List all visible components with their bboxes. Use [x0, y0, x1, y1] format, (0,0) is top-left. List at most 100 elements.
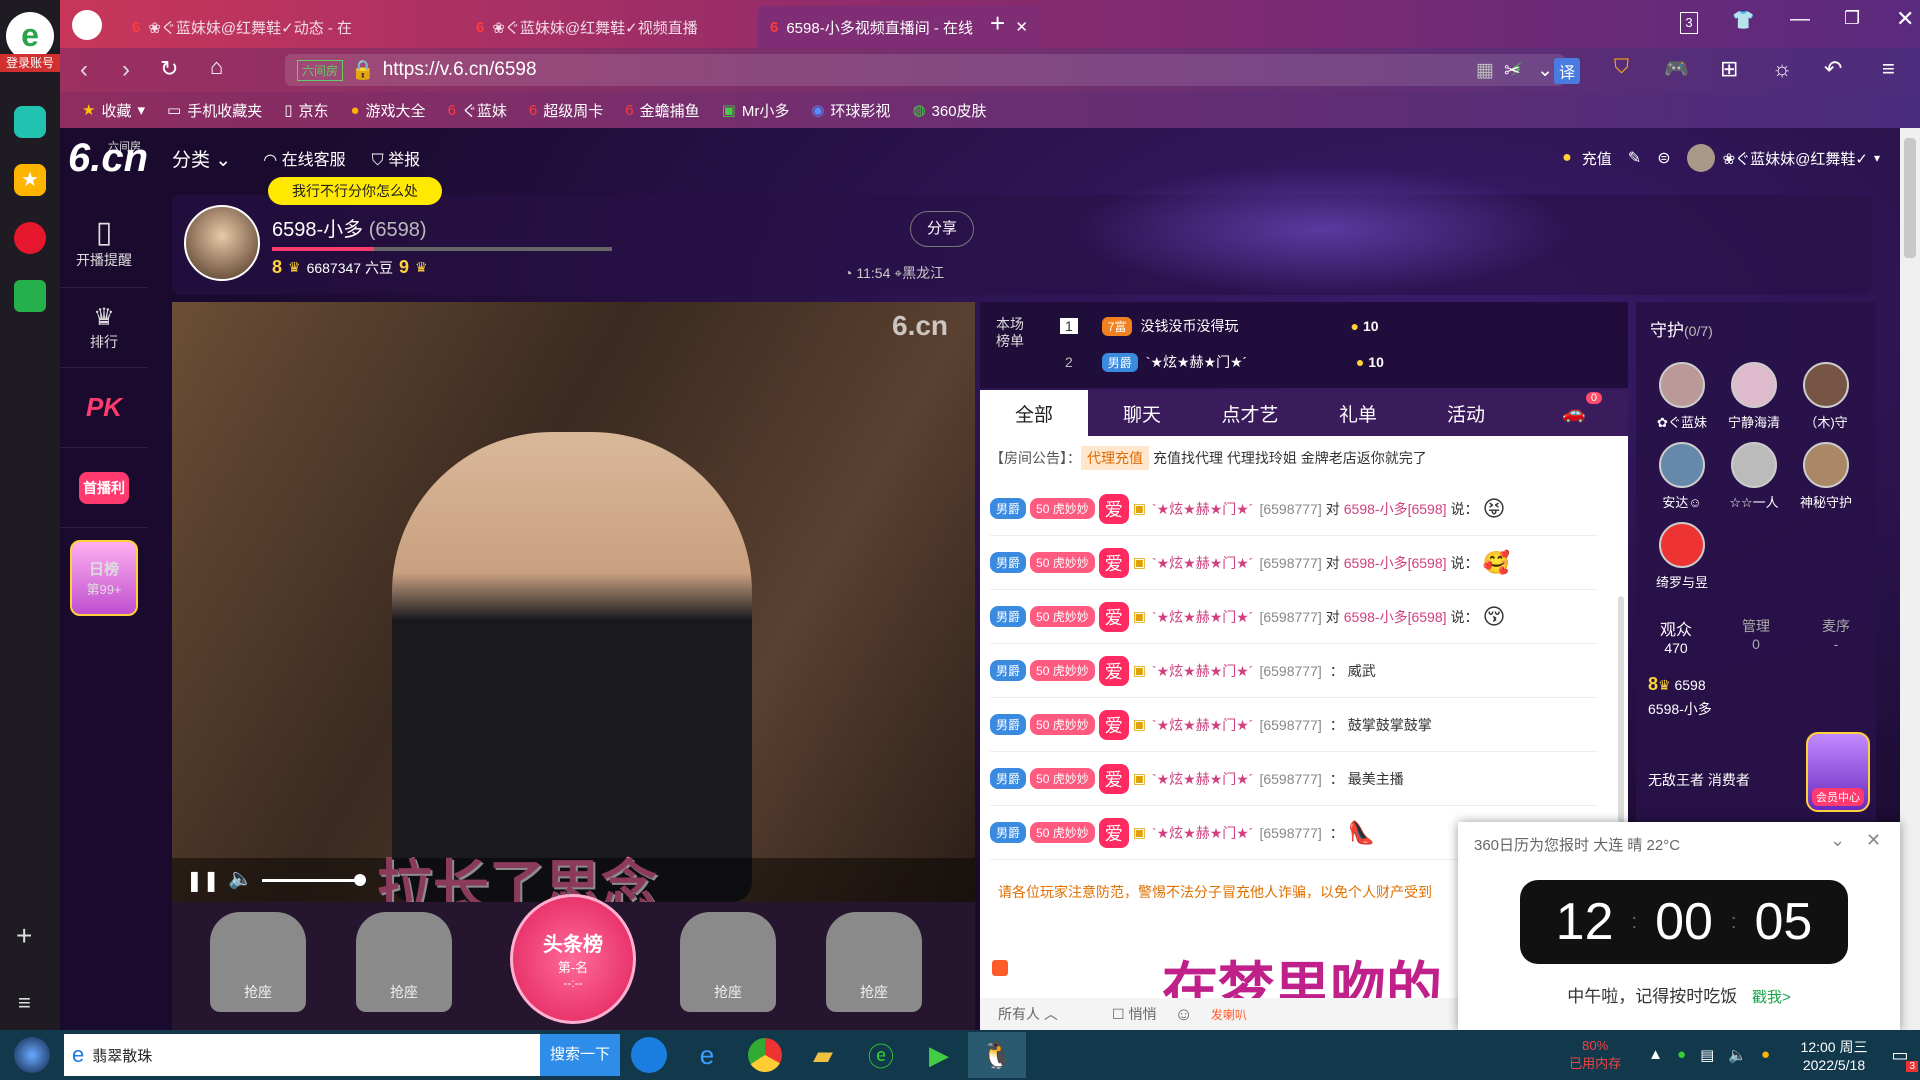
- notification-icon[interactable]: ▭ 3: [1880, 1045, 1920, 1072]
- guard-member[interactable]: ☆☆一人: [1716, 442, 1792, 511]
- recipient-select[interactable]: 所有人 ︿: [998, 1004, 1108, 1024]
- msg-user[interactable]: `★炫★赫★门★´: [1152, 553, 1254, 573]
- apps-grid-icon[interactable]: ⊞: [1720, 56, 1738, 82]
- tray-icons[interactable]: ▲ ● ▤ 🔈 ●: [1648, 1046, 1770, 1064]
- tab-back-icon[interactable]: [72, 10, 102, 40]
- live-reminder-button[interactable]: ▯ 开播提醒: [60, 198, 148, 288]
- bookmark-item[interactable]: 6 金蟾捕鱼: [625, 100, 699, 121]
- daily-rank-button[interactable]: 日榜 第99+: [60, 528, 148, 628]
- tab-chat[interactable]: 聊天: [1088, 390, 1196, 436]
- user-avatar[interactable]: [1686, 144, 1715, 172]
- folder-icon[interactable]: ▰: [794, 1032, 852, 1078]
- home-icon[interactable]: ⌂: [210, 54, 223, 80]
- collapse-icon[interactable]: ⌄: [1830, 830, 1845, 851]
- guard-member[interactable]: （木)守: [1788, 362, 1864, 431]
- shield-icon[interactable]: ⛉: [1614, 56, 1629, 79]
- tab-talent[interactable]: 点才艺: [1196, 390, 1304, 436]
- msg-user[interactable]: `★炫★赫★门★´: [1152, 715, 1254, 735]
- chat-message[interactable]: 男爵 50 虎妙妙爱 ▣ `★炫★赫★门★´ [6598777] ：鼓掌鼓掌鼓掌: [990, 698, 1598, 752]
- tab-car[interactable]: 🚗 0: [1520, 390, 1628, 436]
- bookmark-item[interactable]: ▭ 手机收藏夹: [167, 100, 262, 121]
- bookmark-item[interactable]: ▣ Mr小多: [722, 100, 790, 121]
- recharge-link[interactable]: 充值: [1582, 148, 1612, 169]
- seat-3[interactable]: 抢座: [680, 912, 776, 1012]
- login-label[interactable]: 登录账号: [0, 54, 60, 72]
- url-text[interactable]: https://v.6.cn/6598: [383, 59, 537, 81]
- category-menu[interactable]: 分类 ⌄: [172, 145, 231, 172]
- brightness-icon[interactable]: ☼: [1772, 56, 1792, 82]
- msg-user[interactable]: `★炫★赫★门★´: [1152, 607, 1254, 627]
- seat-1[interactable]: 抢座: [210, 912, 306, 1012]
- msg-user[interactable]: `★炫★赫★门★´: [1152, 823, 1254, 843]
- search-box[interactable]: e 翡翠散珠 搜索一下: [64, 1034, 620, 1076]
- broadcast-button[interactable]: 发喇叭: [1211, 1006, 1247, 1023]
- url-bar[interactable]: 六间房 🔒 https://v.6.cn/6598 ▦ ⚡ ⌄: [285, 54, 1565, 86]
- bookmark-favorites[interactable]: ★ 收藏 ▾: [82, 100, 145, 121]
- msg-target[interactable]: 6598-小多[6598]: [1344, 499, 1447, 519]
- headline-badge[interactable]: 头条榜 第-名 --:--: [510, 894, 636, 1024]
- sidebar-app-icon[interactable]: [14, 106, 46, 138]
- pk-button[interactable]: PK: [60, 368, 148, 448]
- kugou-icon[interactable]: [620, 1032, 678, 1078]
- system-clock[interactable]: 12:00 周三 2022/5/18: [1788, 1037, 1880, 1073]
- chat-message[interactable]: 男爵 50 虎妙妙爱 ▣ `★炫★赫★门★´ [6598777] 对 6598-小多[659…: [990, 536, 1598, 590]
- tab-count-badge[interactable]: 3: [1680, 12, 1698, 34]
- seat-4[interactable]: 抢座: [826, 912, 922, 1012]
- settings-menu-icon[interactable]: ≡: [1882, 56, 1895, 82]
- share-button[interactable]: 分享: [910, 211, 974, 247]
- msg-user[interactable]: `★炫★赫★门★´: [1152, 769, 1254, 789]
- chrome-icon[interactable]: [736, 1032, 794, 1078]
- volume-handle[interactable]: [354, 874, 366, 886]
- minimize-icon[interactable]: —: [1790, 8, 1810, 31]
- chat-message[interactable]: 男爵 50 虎妙妙爱 ▣ `★炫★赫★门★´ [6598777] 对 6598-小多[659…: [990, 590, 1598, 644]
- new-tab-button[interactable]: +: [990, 8, 1005, 39]
- restore-icon[interactable]: ❐: [1844, 8, 1860, 29]
- username[interactable]: ❀ぐ蓝妹妹@红舞鞋✓: [1723, 148, 1868, 169]
- msg-target[interactable]: 6598-小多[6598]: [1344, 607, 1447, 627]
- whisper-checkbox[interactable]: ☐ 悄悄: [1112, 1004, 1156, 1024]
- ranking-button[interactable]: ♛ 排行: [60, 288, 148, 368]
- msg-user[interactable]: `★炫★赫★门★´: [1152, 661, 1254, 681]
- gift-icon[interactable]: [992, 960, 1008, 976]
- volume-slider[interactable]: [262, 879, 360, 882]
- volume-icon[interactable]: 🔈: [228, 866, 253, 891]
- bookmark-item[interactable]: ◍ 360皮肤: [912, 100, 986, 121]
- close-icon[interactable]: ✕: [1866, 830, 1881, 851]
- favorites-icon[interactable]: ★: [14, 164, 46, 196]
- rank-row[interactable]: 1 7富 没钱没币没得玩 ● 10: [1060, 312, 1580, 340]
- message-icon[interactable]: ⊜: [1657, 148, 1670, 168]
- host-avatar[interactable]: [184, 205, 260, 281]
- tab-events[interactable]: 活动: [1412, 390, 1520, 436]
- browser-logo-icon[interactable]: e: [6, 12, 54, 60]
- bookmark-item[interactable]: 6 ぐ蓝妹: [448, 100, 507, 121]
- network-icon[interactable]: ▤: [1700, 1046, 1714, 1064]
- skin-icon[interactable]: 👕: [1732, 10, 1754, 31]
- first-broadcast-button[interactable]: 首播利: [60, 448, 148, 528]
- service-link[interactable]: ◠ 在线客服: [263, 146, 345, 170]
- page-scrollbar[interactable]: [1900, 128, 1920, 1030]
- chevron-down-icon[interactable]: ⌄: [1537, 59, 1553, 82]
- chat-message[interactable]: 男爵 50 虎妙妙爱 ▣ `★炫★赫★门★´ [6598777] 对 6598-小多[659…: [990, 482, 1598, 536]
- bookmark-item[interactable]: ▯ 京东: [284, 100, 328, 121]
- undo-icon[interactable]: ↶: [1824, 56, 1842, 82]
- tab-1[interactable]: 6 ❀ぐ蓝妹妹@红舞鞋✓动态 - 在: [120, 6, 460, 48]
- bookmark-item[interactable]: ◉ 环球影视: [811, 100, 890, 121]
- qq-icon[interactable]: 🐧: [968, 1032, 1026, 1078]
- msg-user[interactable]: `★炫★赫★门★´: [1152, 499, 1254, 519]
- rank-row[interactable]: 2 男爵 `★炫★赫★门★´ ● 10: [1060, 348, 1580, 376]
- cut-icon[interactable]: ✂: [1504, 58, 1521, 83]
- memory-indicator[interactable]: 80% 已用内存: [1560, 1038, 1630, 1072]
- vip-center-button[interactable]: 会员中心: [1806, 732, 1870, 812]
- chat-message[interactable]: 男爵 50 虎妙妙爱 ▣ `★炫★赫★门★´ [6598777] ：威武: [990, 644, 1598, 698]
- browser-360-icon[interactable]: ⓔ: [852, 1032, 910, 1078]
- ie-browser-icon[interactable]: e: [678, 1032, 736, 1078]
- tab-gifts[interactable]: 礼单: [1304, 390, 1412, 436]
- guard-member[interactable]: 神秘守护: [1788, 442, 1864, 511]
- chevron-down-icon[interactable]: ▾: [1874, 151, 1880, 165]
- back-icon[interactable]: ‹: [80, 56, 88, 84]
- pause-icon[interactable]: ❚❚: [186, 868, 220, 893]
- msg-target[interactable]: 6598-小多[6598]: [1344, 553, 1447, 573]
- scroll-thumb[interactable]: [1904, 138, 1916, 258]
- bookmark-item[interactable]: ● 游戏大全: [350, 100, 425, 121]
- tray-360-icon[interactable]: ●: [1677, 1046, 1686, 1064]
